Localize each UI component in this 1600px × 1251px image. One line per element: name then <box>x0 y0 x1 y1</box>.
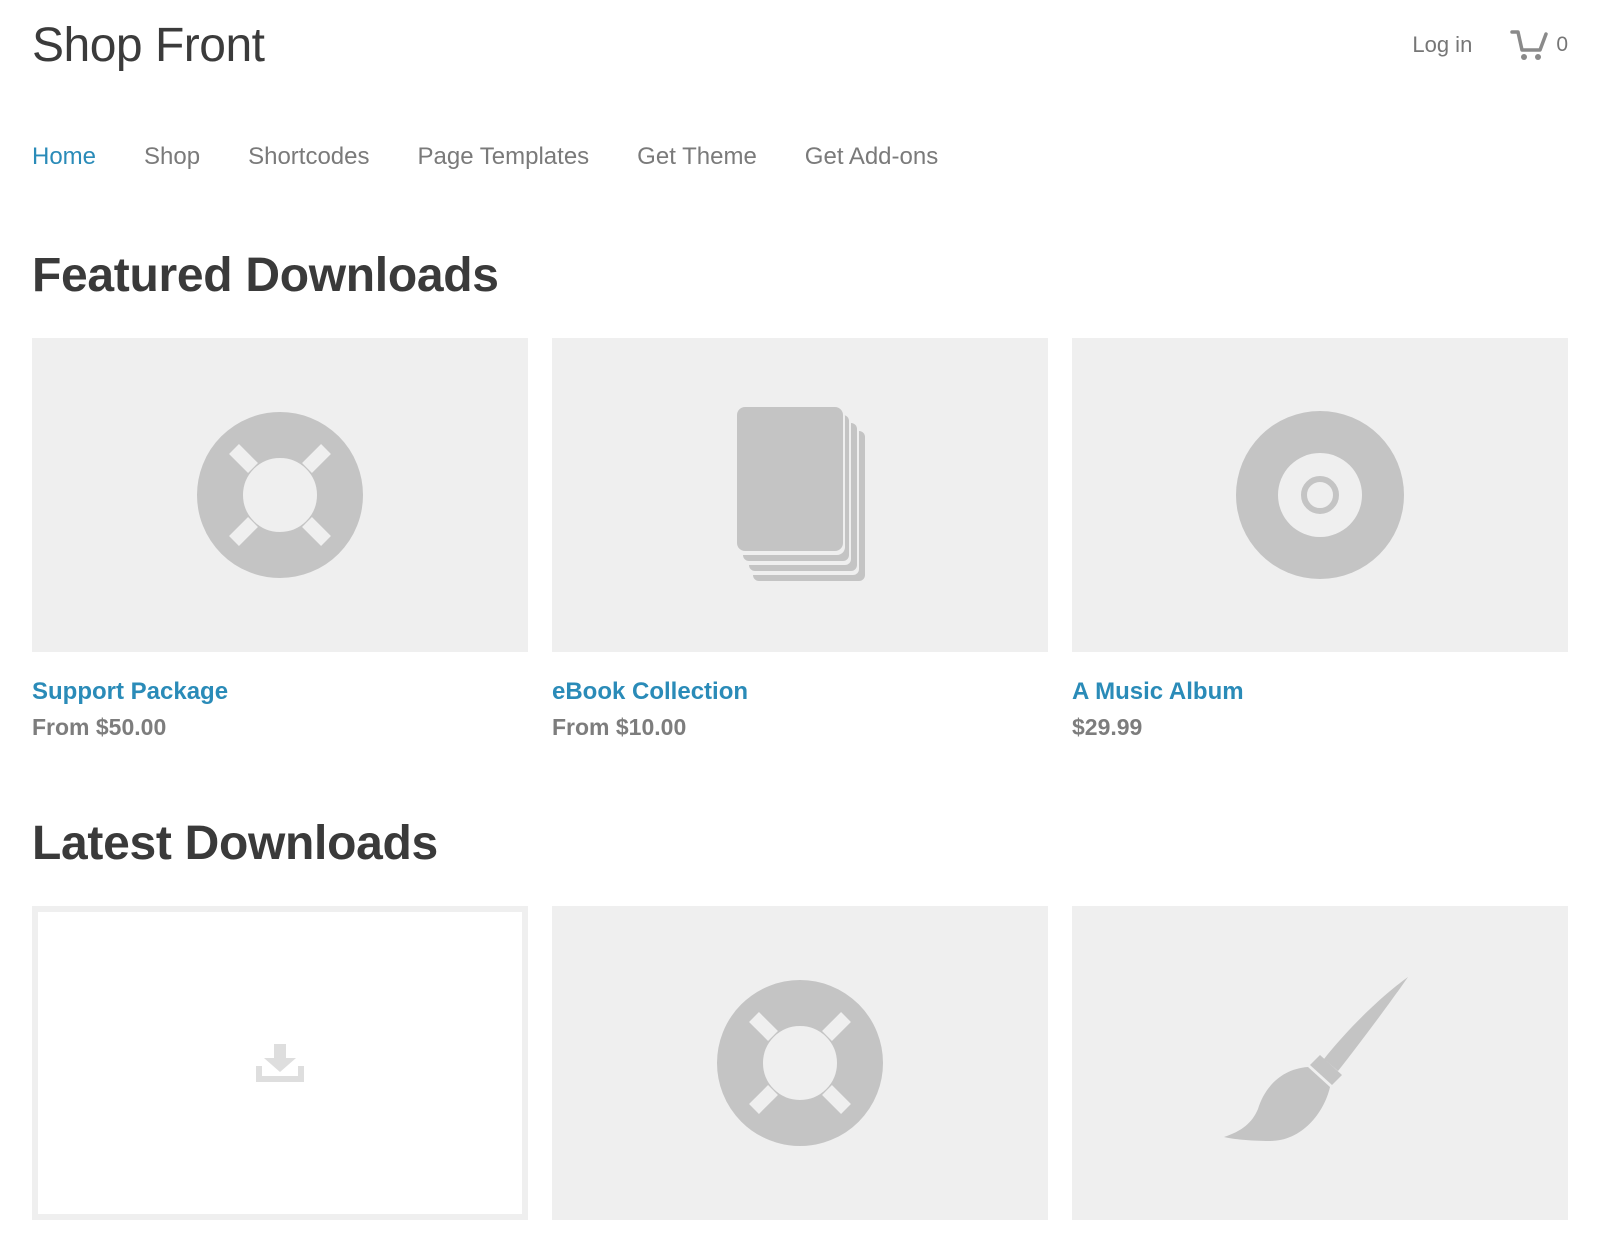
lifebuoy-icon <box>717 980 883 1146</box>
login-link[interactable]: Log in <box>1412 32 1472 58</box>
nav-item-page-templates[interactable]: Page Templates <box>418 143 590 171</box>
cart-count: 0 <box>1556 33 1568 56</box>
site-title[interactable]: Shop Front <box>32 18 1568 73</box>
product-card <box>552 906 1048 1220</box>
product-price: $29.99 <box>1072 714 1143 740</box>
paintbrush-icon <box>1224 977 1408 1141</box>
product-title[interactable]: A Music Album <box>1072 678 1568 706</box>
product-card: A Music Album $29.99 <box>1072 338 1568 741</box>
site-header: Shop Front Log in 0 <box>32 18 1568 78</box>
featured-grid: Support Package From $50.00 eBook Collec… <box>32 338 1568 741</box>
cart-button[interactable]: 0 <box>1510 28 1568 62</box>
disc-icon <box>1236 411 1404 579</box>
latest-grid <box>32 906 1568 1220</box>
product-card: Support Package From $50.00 <box>32 338 528 741</box>
download-icon <box>256 1044 304 1082</box>
product-thumbnail[interactable] <box>1072 906 1568 1220</box>
product-thumbnail[interactable] <box>32 906 528 1220</box>
product-card <box>1072 906 1568 1220</box>
nav-item-get-theme[interactable]: Get Theme <box>637 143 757 171</box>
main-nav: Home Shop Shortcodes Page Templates Get … <box>32 143 938 171</box>
product-thumbnail[interactable] <box>552 906 1048 1220</box>
nav-item-home[interactable]: Home <box>32 143 96 171</box>
product-price: From $50.00 <box>32 714 167 740</box>
product-thumbnail[interactable] <box>552 338 1048 652</box>
nav-item-shortcodes[interactable]: Shortcodes <box>248 143 369 171</box>
product-price: From $10.00 <box>552 714 687 740</box>
latest-heading: Latest Downloads <box>32 817 438 870</box>
product-thumbnail[interactable] <box>1072 338 1568 652</box>
product-title[interactable]: eBook Collection <box>552 678 1048 706</box>
product-card: eBook Collection From $10.00 <box>552 338 1048 741</box>
nav-item-shop[interactable]: Shop <box>144 143 200 171</box>
product-title[interactable]: Support Package <box>32 678 528 706</box>
featured-heading: Featured Downloads <box>32 249 499 302</box>
lifebuoy-icon <box>197 412 363 578</box>
cart-icon <box>1510 30 1549 60</box>
product-card <box>32 906 528 1220</box>
book-icon <box>735 407 865 581</box>
product-thumbnail[interactable] <box>32 338 528 652</box>
header-actions: Log in 0 <box>1412 28 1568 62</box>
nav-item-get-add-ons[interactable]: Get Add-ons <box>805 143 938 171</box>
